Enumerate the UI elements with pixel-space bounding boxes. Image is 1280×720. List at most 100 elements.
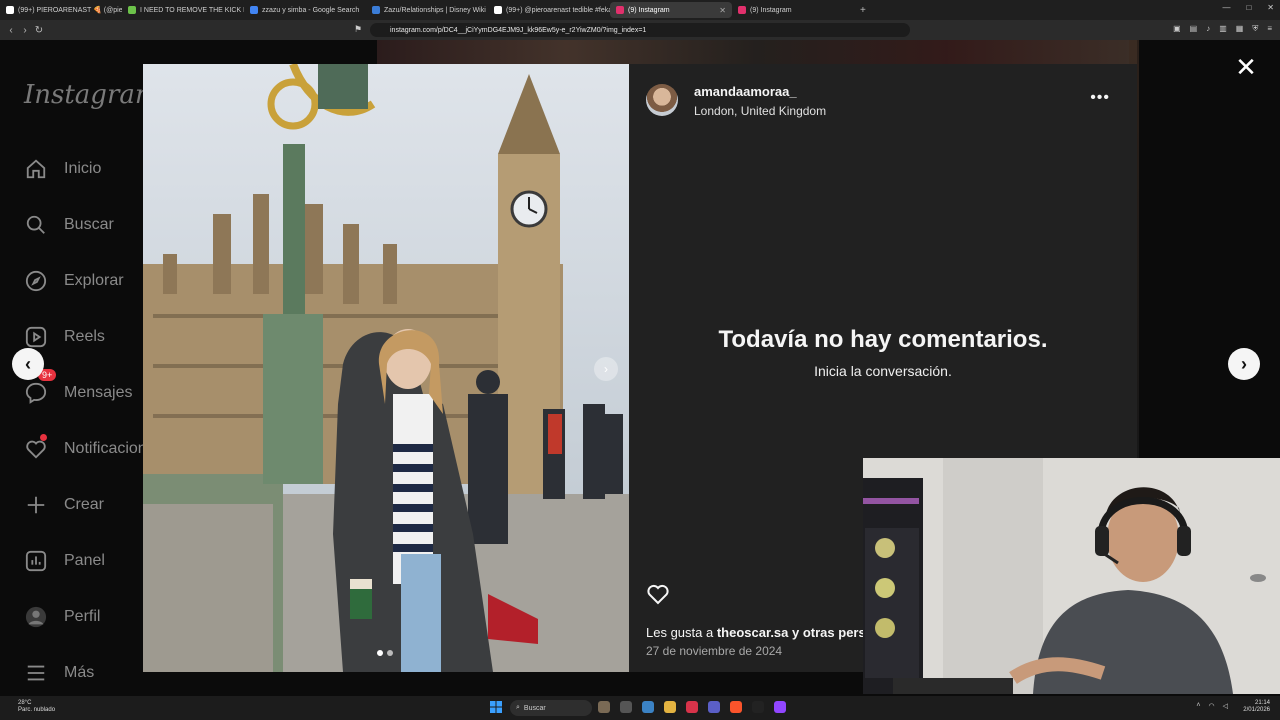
- clock-time: 21:14: [1254, 700, 1270, 706]
- volume-icon[interactable]: ◁: [1223, 702, 1228, 710]
- plus-icon: [24, 493, 48, 517]
- windows-taskbar: 28°C Parc. nublado ⌕ Buscar ˄ ◠ ◁ 21:14 …: [0, 696, 1280, 720]
- chevron-up-icon[interactable]: ˄: [1196, 702, 1200, 710]
- sidebar-item-label: Explorar: [64, 272, 124, 289]
- search-icon: [24, 213, 48, 237]
- file-explorer-icon[interactable]: [664, 701, 676, 713]
- url-field[interactable]: instagram.com/p/DC4__jCiYymDG4EJM9J_kk96…: [370, 23, 910, 37]
- task-view-icon[interactable]: [620, 701, 632, 713]
- system-clock[interactable]: 21:14 2/01/2026: [1243, 700, 1270, 714]
- sidebar-item-reels[interactable]: Reels: [24, 325, 105, 349]
- windows-start-icon[interactable]: [490, 701, 502, 713]
- sidebar-item-panel[interactable]: Panel: [24, 549, 105, 573]
- weather-widget[interactable]: 28°C Parc. nublado: [18, 700, 55, 714]
- back-icon[interactable]: ‹: [4, 25, 18, 36]
- post-username[interactable]: amandaamoraa_: [694, 84, 797, 99]
- sidebar-item-label: Panel: [64, 552, 105, 569]
- post-photo[interactable]: [143, 64, 629, 672]
- sidebar-item-label: Buscar: [64, 216, 114, 233]
- next-post-button[interactable]: ›: [1228, 348, 1260, 380]
- wifi-icon[interactable]: ◠: [1209, 702, 1215, 710]
- browser-tab[interactable]: (9) Instagram ✕: [610, 2, 732, 18]
- tab-label: I NEED TO REMOVE THE KICK LIMIT!!: [140, 6, 244, 14]
- photo-next-icon[interactable]: ›: [594, 357, 618, 381]
- forward-icon[interactable]: ›: [18, 25, 32, 36]
- tab-label: (9) Instagram: [628, 6, 670, 14]
- notification-dot: [40, 434, 47, 441]
- tab-label: (99+) @pieroarenast tedible #fekahc: [506, 6, 610, 14]
- system-tray: ˄ ◠ ◁: [1196, 702, 1228, 710]
- app-icon[interactable]: [686, 701, 698, 713]
- app-icon[interactable]: [774, 701, 786, 713]
- browser-tab[interactable]: I NEED TO REMOVE THE KICK LIMIT!!: [122, 2, 244, 18]
- post-date[interactable]: 27 de noviembre de 2024: [646, 644, 782, 658]
- browser-tab[interactable]: zzazu y simba - Google Search: [244, 2, 366, 18]
- browser-tab[interactable]: Zazu/Relationships | Disney Wiki | Fa: [366, 2, 488, 18]
- new-tab-icon[interactable]: +: [854, 5, 872, 16]
- likes-others-link[interactable]: y otras pers: [792, 625, 866, 640]
- teams-icon[interactable]: [708, 701, 720, 713]
- extension-icon[interactable]: ▣: [1173, 24, 1181, 34]
- sidebar-item-crear[interactable]: Crear: [24, 493, 104, 517]
- tab-favicon-icon: [6, 6, 14, 14]
- tab-favicon-icon: [738, 6, 746, 14]
- tiktok-icon[interactable]: [752, 701, 764, 713]
- messenger-icon: 9+: [24, 369, 57, 405]
- tab-favicon-icon: [250, 6, 258, 14]
- sidebar-item-mas[interactable]: Más: [24, 661, 94, 685]
- webcam-overlay: [863, 458, 1280, 694]
- previous-post-button[interactable]: ‹: [12, 348, 44, 380]
- shield-icon[interactable]: ⛨: [1252, 24, 1258, 34]
- taskbar-search-label: Buscar: [523, 704, 546, 712]
- carousel-indicator: [377, 650, 393, 656]
- sidebar-item-label: Crear: [64, 496, 105, 513]
- browser-tab[interactable]: (99+) @pieroarenast tedible #fekahc: [488, 2, 610, 18]
- wallet-icon[interactable]: ▦: [1236, 24, 1244, 34]
- taskbar-app-icon[interactable]: [598, 701, 610, 713]
- reload-icon[interactable]: ↻: [32, 25, 46, 36]
- url-text: instagram.com/p/DC4__jCiYymDG4EJM9J_kk96…: [390, 26, 647, 34]
- sidebar-item-label: Más: [64, 664, 95, 681]
- post-location[interactable]: London, United Kingdom: [694, 104, 826, 118]
- browser-tab[interactable]: (99+) PIEROARENAST 🍕 (@pieroare: [0, 2, 122, 18]
- like-heart-icon[interactable]: [646, 582, 670, 606]
- maximize-icon[interactable]: □: [1246, 3, 1251, 12]
- more-options-icon[interactable]: •••: [1090, 89, 1110, 107]
- sidebar-item-label: Inicio: [64, 160, 102, 177]
- reels-icon: [24, 325, 48, 349]
- copilot-icon[interactable]: [642, 701, 654, 713]
- extension-icons: ▣ ▤ ♪ ▥ ▦ ⛨ ≡: [1173, 24, 1272, 34]
- close-modal-icon[interactable]: ✕: [1234, 54, 1258, 80]
- no-comments-title: Todavía no hay comentarios.: [718, 326, 1048, 353]
- minimize-icon[interactable]: —: [1222, 3, 1230, 12]
- sidebar-item-mensajes[interactable]: 9+ Mensajes: [24, 369, 132, 405]
- tab-favicon-icon: [494, 6, 502, 14]
- address-bar: ‹ › ↻ ⚑ instagram.com/p/DC4__jCiYymDG4EJ…: [0, 20, 1280, 40]
- music-icon[interactable]: ♪: [1206, 24, 1210, 34]
- tab-label: (99+) PIEROARENAST 🍕 (@pieroare: [18, 7, 122, 14]
- extension-icon[interactable]: ▤: [1190, 24, 1198, 34]
- bookmark-icon[interactable]: ⚑: [354, 24, 362, 35]
- webcam-image: [863, 458, 1280, 694]
- browser-tab[interactable]: (9) Instagram: [732, 2, 854, 18]
- sidebar-item-buscar[interactable]: Buscar: [24, 213, 114, 237]
- sidebar-item-explorar[interactable]: Explorar: [24, 269, 124, 293]
- likes-user-link[interactable]: theoscar.sa: [717, 625, 789, 640]
- window-close-icon[interactable]: ✕: [1267, 3, 1274, 12]
- window-controls: — □ ✕: [1222, 3, 1274, 12]
- tab-close-icon[interactable]: ✕: [719, 6, 726, 15]
- sidebar-icon[interactable]: ▥: [1219, 24, 1227, 34]
- screen: (99+) PIEROARENAST 🍕 (@pieroare I NEED TO…: [0, 0, 1280, 720]
- menu-icon[interactable]: ≡: [1267, 24, 1272, 34]
- taskbar-search[interactable]: ⌕ Buscar: [510, 700, 592, 716]
- background-feed: [377, 40, 1137, 64]
- heart-icon: [24, 434, 48, 461]
- instagram-logo[interactable]: Instagram: [24, 80, 160, 110]
- sidebar-item-perfil[interactable]: Perfil: [24, 605, 100, 629]
- tab-label: zzazu y simba - Google Search: [262, 6, 360, 14]
- sidebar-item-inicio[interactable]: Inicio: [24, 157, 101, 181]
- tab-favicon-icon: [616, 6, 624, 14]
- start-conversation-text: Inicia la conversación.: [814, 363, 952, 379]
- brave-icon[interactable]: [730, 701, 742, 713]
- avatar[interactable]: [646, 84, 678, 116]
